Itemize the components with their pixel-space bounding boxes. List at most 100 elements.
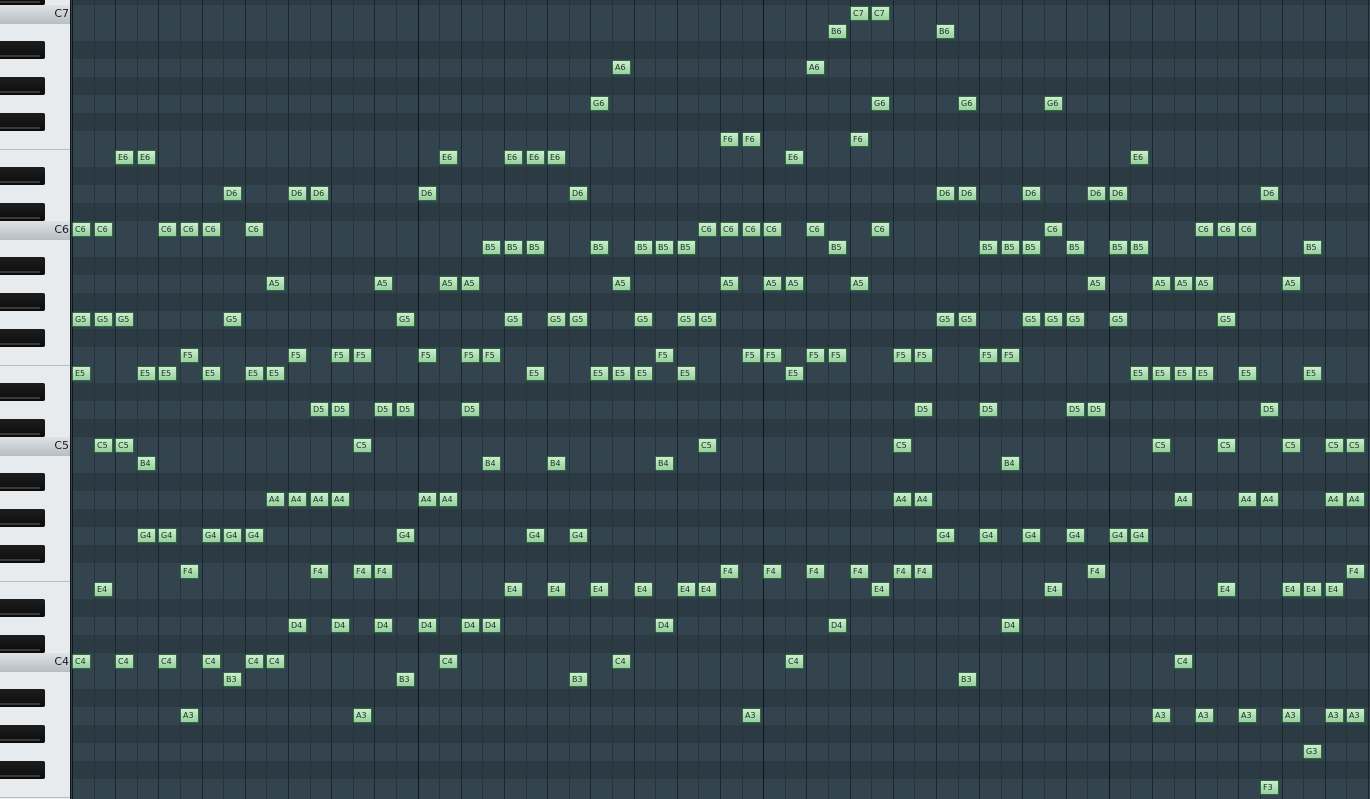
black-key[interactable]: [0, 761, 45, 779]
note-e4[interactable]: E4: [590, 582, 609, 597]
note-b6[interactable]: B6: [828, 24, 847, 39]
note-f5[interactable]: F5: [806, 348, 825, 363]
note-g5[interactable]: G5: [569, 312, 588, 327]
note-g6[interactable]: G6: [871, 96, 890, 111]
note-e5[interactable]: E5: [1152, 366, 1171, 381]
note-a3[interactable]: A3: [1282, 708, 1301, 723]
note-e5[interactable]: E5: [1195, 366, 1214, 381]
black-key[interactable]: [0, 599, 45, 617]
note-b5[interactable]: B5: [590, 240, 609, 255]
note-f4[interactable]: F4: [806, 564, 825, 579]
note-a5[interactable]: A5: [1174, 276, 1193, 291]
note-c5[interactable]: C5: [115, 438, 134, 453]
note-a3[interactable]: A3: [353, 708, 372, 723]
black-key[interactable]: [0, 41, 45, 59]
note-g5[interactable]: G5: [698, 312, 717, 327]
note-c7[interactable]: C7: [871, 6, 890, 21]
note-f5[interactable]: F5: [418, 348, 437, 363]
note-e4[interactable]: E4: [94, 582, 113, 597]
note-c6[interactable]: C6: [720, 222, 739, 237]
black-key[interactable]: [0, 419, 45, 437]
note-d5[interactable]: D5: [1066, 402, 1085, 417]
note-b4[interactable]: B4: [137, 456, 156, 471]
note-a4[interactable]: A4: [288, 492, 307, 507]
note-c5[interactable]: C5: [893, 438, 912, 453]
note-c6[interactable]: C6: [202, 222, 221, 237]
note-d6[interactable]: D6: [1022, 186, 1041, 201]
note-g5[interactable]: G5: [677, 312, 696, 327]
note-d5[interactable]: D5: [310, 402, 329, 417]
note-d5[interactable]: D5: [461, 402, 480, 417]
note-a5[interactable]: A5: [785, 276, 804, 291]
note-f4[interactable]: F4: [353, 564, 372, 579]
note-b5[interactable]: B5: [482, 240, 501, 255]
note-g5[interactable]: G5: [94, 312, 113, 327]
note-c5[interactable]: C5: [94, 438, 113, 453]
note-a3[interactable]: A3: [1195, 708, 1214, 723]
note-g4[interactable]: G4: [1066, 528, 1085, 543]
note-c5[interactable]: C5: [1282, 438, 1301, 453]
note-d6[interactable]: D6: [958, 186, 977, 201]
note-g5[interactable]: G5: [1217, 312, 1236, 327]
note-b4[interactable]: B4: [655, 456, 674, 471]
note-f5[interactable]: F5: [1001, 348, 1020, 363]
note-f6[interactable]: F6: [850, 132, 869, 147]
note-c4[interactable]: C4: [612, 654, 631, 669]
note-b5[interactable]: B5: [1066, 240, 1085, 255]
note-e6[interactable]: E6: [1130, 150, 1149, 165]
note-c6[interactable]: C6: [698, 222, 717, 237]
note-c6[interactable]: C6: [806, 222, 825, 237]
note-a4[interactable]: A4: [1325, 492, 1344, 507]
note-g5[interactable]: G5: [1066, 312, 1085, 327]
note-e6[interactable]: E6: [115, 150, 134, 165]
note-g4[interactable]: G4: [1022, 528, 1041, 543]
note-c6[interactable]: C6: [763, 222, 782, 237]
note-a5[interactable]: A5: [850, 276, 869, 291]
note-d4[interactable]: D4: [1001, 618, 1020, 633]
note-c4[interactable]: C4: [115, 654, 134, 669]
note-g5[interactable]: G5: [504, 312, 523, 327]
note-d4[interactable]: D4: [828, 618, 847, 633]
note-e4[interactable]: E4: [871, 582, 890, 597]
note-g4[interactable]: G4: [245, 528, 264, 543]
black-key[interactable]: [0, 383, 45, 401]
note-e4[interactable]: E4: [1282, 582, 1301, 597]
note-b5[interactable]: B5: [504, 240, 523, 255]
note-c4[interactable]: C4: [785, 654, 804, 669]
note-d4[interactable]: D4: [374, 618, 393, 633]
note-d6[interactable]: D6: [1260, 186, 1279, 201]
note-f4[interactable]: F4: [893, 564, 912, 579]
note-f5[interactable]: F5: [763, 348, 782, 363]
note-e5[interactable]: E5: [677, 366, 696, 381]
note-d4[interactable]: D4: [461, 618, 480, 633]
note-e4[interactable]: E4: [504, 582, 523, 597]
note-f3[interactable]: F3: [1260, 780, 1279, 795]
note-f5[interactable]: F5: [331, 348, 350, 363]
note-d6[interactable]: D6: [569, 186, 588, 201]
note-a4[interactable]: A4: [1260, 492, 1279, 507]
note-f5[interactable]: F5: [353, 348, 372, 363]
note-d5[interactable]: D5: [374, 402, 393, 417]
note-g3[interactable]: G3: [1303, 744, 1322, 759]
note-e4[interactable]: E4: [547, 582, 566, 597]
note-e6[interactable]: E6: [137, 150, 156, 165]
note-g4[interactable]: G4: [396, 528, 415, 543]
note-d6[interactable]: D6: [1087, 186, 1106, 201]
note-a5[interactable]: A5: [374, 276, 393, 291]
note-d5[interactable]: D5: [396, 402, 415, 417]
note-c6[interactable]: C6: [871, 222, 890, 237]
note-g5[interactable]: G5: [223, 312, 242, 327]
note-a4[interactable]: A4: [266, 492, 285, 507]
note-d6[interactable]: D6: [288, 186, 307, 201]
note-c4[interactable]: C4: [1174, 654, 1193, 669]
note-a5[interactable]: A5: [266, 276, 285, 291]
note-b5[interactable]: B5: [1109, 240, 1128, 255]
note-a4[interactable]: A4: [1346, 492, 1365, 507]
note-a5[interactable]: A5: [1152, 276, 1171, 291]
note-e5[interactable]: E5: [202, 366, 221, 381]
note-a3[interactable]: A3: [1152, 708, 1171, 723]
note-b5[interactable]: B5: [1022, 240, 1041, 255]
note-f4[interactable]: F4: [720, 564, 739, 579]
note-c6[interactable]: C6: [94, 222, 113, 237]
note-g4[interactable]: G4: [223, 528, 242, 543]
